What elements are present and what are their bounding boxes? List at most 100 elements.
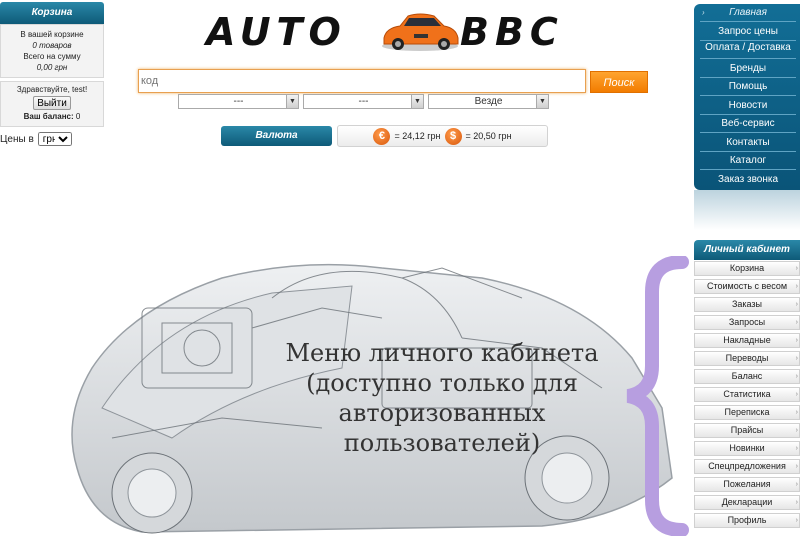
- chevron-right-icon: ›: [795, 301, 798, 308]
- search-input[interactable]: [138, 69, 586, 93]
- logo-word-bbc: BBC: [460, 10, 564, 54]
- cart-total: 0,00 грн: [36, 63, 68, 72]
- nav-item-help[interactable]: Помощь: [700, 79, 796, 96]
- chevron-down-icon: ▼: [411, 95, 423, 108]
- cart-line-3: Всего на сумму: [23, 52, 81, 61]
- cabinet-item-offers[interactable]: Спецпредложения ›: [694, 459, 800, 474]
- hint-line: пользователей): [343, 429, 541, 457]
- cabinet-item-profile[interactable]: Профиль ›: [694, 513, 800, 528]
- nav-item-price-request[interactable]: Запрос цены: [700, 24, 796, 41]
- chevron-right-icon: ›: [795, 391, 798, 398]
- cabinet-label: Профиль: [727, 515, 767, 525]
- cabinet-item-invoices[interactable]: Накладные ›: [694, 333, 800, 348]
- cabinet-item-new[interactable]: Новинки ›: [694, 441, 800, 456]
- nav-label: Каталог: [729, 155, 767, 166]
- cabinet-item-requests[interactable]: Запросы ›: [694, 315, 800, 330]
- chevron-right-icon: ›: [795, 427, 798, 434]
- chevron-right-icon: ›: [795, 283, 798, 290]
- nav-item-catalog[interactable]: Каталог: [700, 153, 796, 170]
- cart-count: 0 товаров: [32, 41, 72, 50]
- hint-line: авторизованных: [338, 399, 546, 427]
- chevron-right-icon: ›: [795, 463, 798, 470]
- brand-select[interactable]: --- ▼: [178, 94, 299, 109]
- chevron-right-icon: ›: [795, 409, 798, 416]
- cart-panel: Корзина В вашей корзине 0 товаров Всего …: [0, 2, 104, 127]
- nav-item-contacts[interactable]: Контакты: [700, 135, 796, 152]
- nav-label: Помощь: [728, 81, 768, 92]
- cabinet-item-transfers[interactable]: Переводы ›: [694, 351, 800, 366]
- cabinet-label: Переписка: [724, 407, 770, 417]
- search-button[interactable]: Поиск: [590, 71, 648, 93]
- cabinet-item-orders[interactable]: Заказы ›: [694, 297, 800, 312]
- nav-item-web-service[interactable]: Веб-сервис: [700, 116, 796, 133]
- model-select[interactable]: --- ▼: [303, 94, 424, 109]
- hint-line: (доступно только для: [306, 369, 578, 397]
- cart-title: Корзина: [0, 2, 104, 24]
- cabinet-label: Декларации: [721, 497, 773, 507]
- cabinet-label: Накладные: [723, 335, 771, 345]
- model-select-value: ---: [358, 96, 369, 107]
- cabinet-label: Корзина: [729, 263, 765, 273]
- cabinet-item-cost-weight[interactable]: Стоимость с весом ›: [694, 279, 800, 294]
- cabinet-item-wishes[interactable]: Пожелания ›: [694, 477, 800, 492]
- brace-icon: [626, 256, 689, 536]
- nav-item-brands[interactable]: Бренды: [700, 61, 796, 78]
- cabinet-label: Переводы: [725, 353, 769, 363]
- euro-icon: €: [373, 127, 391, 145]
- brand-select-value: ---: [233, 96, 244, 107]
- cabinet-item-cart[interactable]: Корзина ›: [694, 261, 800, 276]
- chevron-right-icon: ›: [795, 481, 798, 488]
- cart-summary: В вашей корзине 0 товаров Всего на сумму…: [0, 24, 104, 78]
- nav-item-callback[interactable]: Заказ звонка: [700, 172, 796, 189]
- cabinet-item-messages[interactable]: Переписка ›: [694, 405, 800, 420]
- price-currency-select[interactable]: грн: [37, 132, 72, 146]
- nav-label: Главная: [729, 7, 767, 18]
- chevron-down-icon: ▼: [286, 95, 298, 108]
- nav-label: Контакты: [726, 136, 770, 148]
- nav-label: Оплата / Доставка: [705, 42, 791, 53]
- chevron-right-icon: ›: [795, 373, 798, 380]
- cabinet-label: Стоимость с весом: [706, 281, 788, 291]
- cabinet-item-declarations[interactable]: Декларации ›: [694, 495, 800, 510]
- nav-label: Новости: [728, 99, 768, 111]
- balance-row: Ваш баланс: 0: [3, 112, 101, 121]
- balance-value: 0: [75, 112, 81, 121]
- balance-label: Ваш баланс:: [23, 112, 74, 121]
- chevron-right-icon: ›: [702, 8, 705, 17]
- nav-item-home[interactable]: › Главная: [700, 5, 796, 22]
- cabinet-item-balance[interactable]: Баланс ›: [694, 369, 800, 384]
- currency-button[interactable]: Валюта: [221, 126, 332, 146]
- logo-word-auto: AUTO: [206, 10, 347, 54]
- nav-item-payment[interactable]: Оплата / Доставка: [700, 42, 796, 59]
- dollar-icon: $: [444, 127, 462, 145]
- chevron-right-icon: ›: [795, 265, 798, 272]
- cabinet-item-statistics[interactable]: Статистика ›: [694, 387, 800, 402]
- main-nav: › Главная Запрос цены Оплата / Доставка Б…: [694, 4, 800, 190]
- car-logo-icon: [382, 13, 459, 51]
- cart-line-1: В вашей корзине: [20, 30, 84, 39]
- scope-select[interactable]: Везде ▼: [428, 94, 549, 109]
- hero-area: Меню личного кабинета (доступно только д…: [22, 238, 692, 536]
- usd-rate: = 20,50 грн: [465, 131, 512, 141]
- price-currency-row: Цены в грн: [0, 132, 72, 146]
- nav-label: Заказ звонка: [717, 173, 779, 185]
- chevron-right-icon: ›: [795, 355, 798, 362]
- chevron-down-icon: ▼: [536, 95, 548, 108]
- nav-item-news[interactable]: Новости: [700, 98, 796, 115]
- nav-label: Бренды: [729, 62, 767, 74]
- exchange-rates: € = 24,12 грн $ = 20,50 грн: [337, 125, 548, 147]
- cabinet-title: Личный кабинет: [694, 240, 800, 260]
- logout-button[interactable]: Выйти: [33, 96, 71, 110]
- user-greeting: Здравствуйте, test!: [16, 85, 88, 94]
- cabinet-label: Баланс: [731, 371, 763, 381]
- cabinet-label: Статистика: [723, 389, 771, 399]
- site-logo[interactable]: AUTO BBC: [206, 6, 586, 54]
- euro-rate: = 24,12 грн: [394, 131, 441, 141]
- cabinet-menu: Корзина › Стоимость с весом › Заказы › Запр…: [694, 261, 800, 531]
- cabinet-label: Новинки: [729, 443, 765, 453]
- cabinet-hint-text: Меню личного кабинета (доступно только д…: [252, 338, 632, 458]
- chevron-right-icon: ›: [795, 499, 798, 506]
- cabinet-item-pricelists[interactable]: Прайсы ›: [694, 423, 800, 438]
- user-box: Здравствуйте, test! Выйти Ваш баланс: 0: [0, 81, 104, 127]
- cabinet-label: Прайсы: [730, 425, 764, 435]
